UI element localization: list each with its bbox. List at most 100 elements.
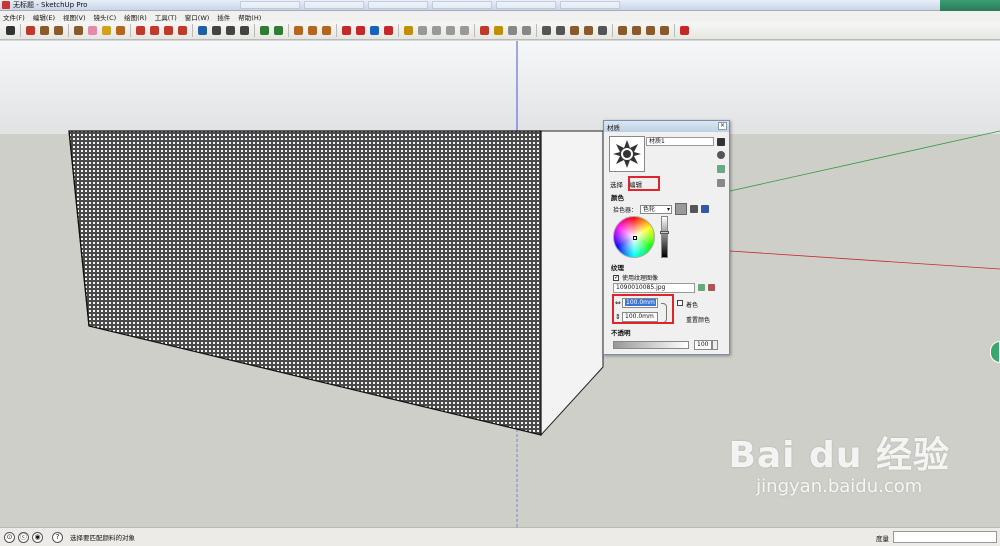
colorize-label: 着色 [686, 302, 699, 309]
color-wheel-cursor[interactable] [633, 236, 637, 240]
opacity-slider[interactable] [613, 341, 689, 349]
solid-split-tool[interactable] [658, 24, 671, 37]
menu-help[interactable]: 帮助(H) [238, 12, 261, 22]
menu-window[interactable]: 窗口(W) [185, 12, 210, 22]
offset-tool[interactable] [176, 24, 189, 37]
tab-select[interactable]: 选择 [610, 179, 623, 189]
walk-icon [446, 26, 455, 35]
green-axis [729, 130, 1000, 192]
top-view-tool[interactable] [306, 24, 319, 37]
section-plane-tool[interactable] [478, 24, 491, 37]
brightness-thumb[interactable] [660, 231, 669, 234]
match-color-icon[interactable] [690, 205, 699, 213]
model-viewport[interactable]: Bai du 经验 jingyan.baidu.com [0, 41, 1000, 527]
opacity-field[interactable]: 100 [694, 340, 712, 350]
measurements-field[interactable] [893, 531, 997, 543]
edit-texture-icon[interactable] [698, 284, 705, 291]
menu-bar: 文件(F) 编辑(E) 视图(V) 镜头(C) 绘图(R) 工具(T) 窗口(W… [0, 11, 1000, 22]
match-screen-icon[interactable] [701, 205, 710, 213]
solid-subtract-tool[interactable] [630, 24, 643, 37]
menu-tools[interactable]: 工具(T) [155, 12, 177, 22]
move-tool[interactable] [148, 24, 161, 37]
menu-view[interactable]: 视图(V) [63, 12, 86, 22]
main-toolbar [0, 22, 1000, 40]
help-icon[interactable]: ? [52, 531, 63, 543]
toolbar-separator [288, 24, 289, 37]
front-view-tool[interactable] [320, 24, 333, 37]
push-pull-tool[interactable] [134, 24, 147, 37]
status-hint: 选择要匹配颜料的对象 [70, 534, 135, 542]
layer-tool[interactable] [402, 24, 415, 37]
paint-bucket-tool[interactable] [114, 24, 127, 37]
rectangle-tool[interactable] [38, 24, 51, 37]
reset-color-label[interactable]: 重置颜色 [686, 315, 710, 324]
picker-select[interactable]: 色轮 [640, 204, 673, 214]
components-icon [370, 26, 379, 35]
toolbar-separator [192, 24, 193, 37]
create-material-icon[interactable] [717, 151, 725, 159]
circle-icon [54, 26, 63, 35]
look-around-tool[interactable] [458, 24, 471, 37]
default-material-icon[interactable] [717, 165, 725, 173]
color-wheel[interactable] [613, 216, 655, 258]
shaded-texture-tool[interactable] [582, 24, 595, 37]
pan-tool[interactable] [210, 24, 223, 37]
material-name-field[interactable]: 材质1 [646, 137, 714, 146]
shadow-tool[interactable] [492, 24, 505, 37]
sandbox-tool[interactable] [416, 24, 429, 37]
brightness-slider[interactable] [660, 216, 669, 258]
xray-tool[interactable] [520, 24, 533, 37]
next-view-tool[interactable] [272, 24, 285, 37]
select-arrow-tool[interactable] [4, 24, 17, 37]
components-tool[interactable] [368, 24, 381, 37]
zoom-extents-tool[interactable] [238, 24, 251, 37]
eraser-tool[interactable] [86, 24, 99, 37]
walk-tool[interactable] [444, 24, 457, 37]
wireframe-tool[interactable] [540, 24, 553, 37]
polygon-tool[interactable] [72, 24, 85, 37]
use-texture-row: ✓ 使用纹理图像 [613, 273, 658, 282]
circle-tool[interactable] [52, 24, 65, 37]
user-icon[interactable]: ◉ [32, 531, 43, 543]
line-pencil-tool[interactable] [24, 24, 37, 37]
wireframe-icon [542, 26, 551, 35]
position-camera-tool[interactable] [430, 24, 443, 37]
eraser-icon [88, 26, 97, 35]
shaded-tool[interactable] [568, 24, 581, 37]
hidden-line-tool[interactable] [554, 24, 567, 37]
menu-plugins[interactable]: 插件 [217, 12, 230, 22]
zoom-tool[interactable] [224, 24, 237, 37]
warehouse-tool[interactable] [340, 24, 353, 37]
window-controls[interactable] [940, 0, 1000, 11]
solid-union-tool[interactable] [616, 24, 629, 37]
rotate-tool[interactable] [162, 24, 175, 37]
menu-camera[interactable]: 镜头(C) [94, 12, 117, 22]
extension-warehouse-tool[interactable] [382, 24, 395, 37]
monochrome-tool[interactable] [596, 24, 609, 37]
fog-tool[interactable] [506, 24, 519, 37]
geo-location-icon[interactable]: ⊙ [4, 531, 15, 543]
colorize-checkbox[interactable] [677, 300, 683, 306]
title-bar: 无标题 - SketchUp Pro [0, 0, 1000, 11]
previous-view-tool[interactable] [258, 24, 271, 37]
iso-view-tool[interactable] [292, 24, 305, 37]
share-model-tool[interactable] [354, 24, 367, 37]
menu-edit[interactable]: 编辑(E) [33, 12, 55, 22]
materials-panel-titlebar[interactable]: 材质 × [604, 121, 729, 132]
sandbox-icon [418, 26, 427, 35]
display-secondary-icon[interactable] [717, 138, 725, 146]
close-icon[interactable]: × [718, 122, 727, 130]
credits-icon[interactable]: ⓒ [18, 531, 29, 543]
solid-trim-tool[interactable] [644, 24, 657, 37]
menu-file[interactable]: 文件(F) [3, 12, 25, 22]
texture-file-field[interactable]: 1090010085.jpg [613, 283, 695, 293]
tape-measure-tool[interactable] [100, 24, 113, 37]
opacity-spinner[interactable] [712, 340, 718, 350]
use-texture-checkbox[interactable]: ✓ [613, 274, 619, 281]
sample-paint-icon[interactable] [717, 179, 725, 187]
browse-texture-icon[interactable] [708, 284, 715, 291]
front-view-icon [322, 26, 331, 35]
orbit-tool[interactable] [196, 24, 209, 37]
menu-draw[interactable]: 绘图(R) [124, 12, 147, 22]
help-tool[interactable] [678, 24, 691, 37]
